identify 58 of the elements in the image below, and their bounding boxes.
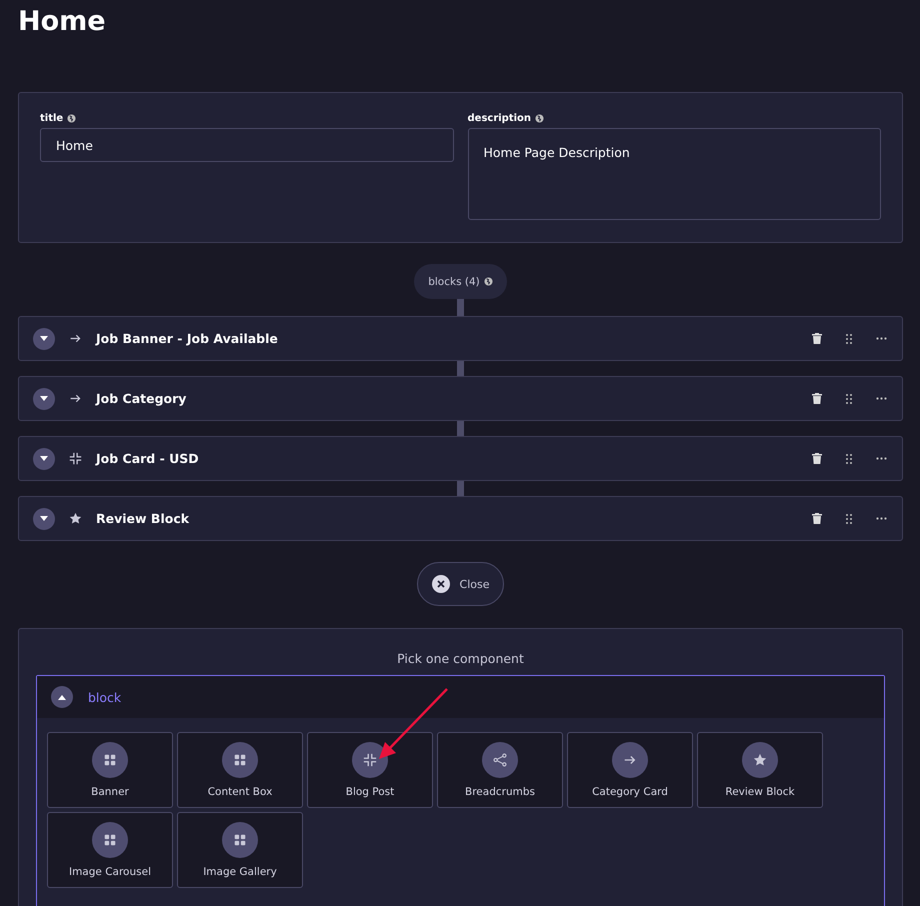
block-title: Job Card - USD: [96, 451, 200, 466]
trash-icon: [812, 393, 822, 404]
arrow-right-icon: [69, 332, 82, 345]
more-icon: [876, 457, 886, 460]
grid-icon: [233, 833, 247, 847]
block-title: Job Banner - Job Available: [96, 331, 279, 346]
component-tile[interactable]: Blog Post: [307, 732, 433, 808]
delete-button[interactable]: [810, 332, 824, 346]
collapse-button[interactable]: [51, 686, 73, 708]
page-title: Home: [18, 5, 107, 39]
delete-button[interactable]: [810, 392, 824, 406]
expand-button[interactable]: [33, 448, 55, 470]
component-tile[interactable]: Banner: [47, 732, 173, 808]
expand-button[interactable]: [33, 388, 55, 410]
drag-icon: [846, 394, 852, 404]
globe-icon: [535, 114, 544, 123]
field-label: title: [40, 113, 454, 124]
more-icon: [876, 397, 886, 400]
grid-icon: [233, 753, 247, 767]
arrow-right-icon: [623, 753, 637, 767]
close-button[interactable]: Close: [416, 562, 504, 606]
blocks-badge: blocks (4): [414, 264, 507, 299]
component-tile[interactable]: Image Gallery: [177, 812, 303, 888]
group-label: block: [88, 690, 122, 704]
block-title: Job Category: [96, 391, 188, 406]
field-label: description: [468, 113, 881, 124]
textarea-field[interactable]: Home Page Description: [468, 128, 881, 220]
globe-icon: [67, 114, 76, 123]
more-icon: [876, 517, 886, 520]
shrink-icon: [69, 452, 82, 465]
block-title: Review Block: [96, 511, 190, 526]
input-field[interactable]: Home: [40, 128, 454, 162]
drag-icon: [846, 454, 852, 464]
picker-heading: Pick one component: [397, 651, 524, 666]
grid-icon: [103, 833, 117, 847]
shrink-icon: [363, 753, 377, 767]
globe-icon: [484, 277, 493, 286]
grid-icon: [103, 753, 117, 767]
delete-button[interactable]: [810, 512, 824, 526]
arrow-right-icon: [69, 392, 82, 405]
delete-button[interactable]: [810, 452, 824, 466]
drag-icon: [846, 514, 852, 524]
share-icon: [493, 753, 507, 767]
component-tile[interactable]: Breadcrumbs: [437, 732, 563, 808]
component-tile[interactable]: Content Box: [177, 732, 303, 808]
star-icon: [753, 753, 767, 767]
trash-icon: [812, 453, 822, 464]
more-icon: [876, 337, 886, 340]
drag-icon: [846, 334, 852, 344]
component-tile[interactable]: Image Carousel: [47, 812, 173, 888]
component-tile[interactable]: Review Block: [697, 732, 823, 808]
component-tile[interactable]: Category Card: [567, 732, 693, 808]
expand-button[interactable]: [33, 508, 55, 530]
close-icon: [432, 575, 450, 593]
trash-icon: [812, 333, 822, 344]
expand-button[interactable]: [33, 328, 55, 350]
star-icon: [69, 512, 82, 525]
trash-icon: [812, 513, 822, 524]
